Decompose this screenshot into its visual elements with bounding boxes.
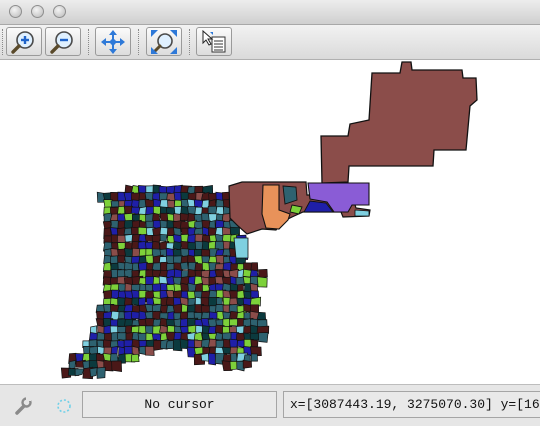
toolbar-separator xyxy=(88,29,89,55)
toolbar-separator xyxy=(2,29,3,55)
identify-button[interactable] xyxy=(196,27,232,56)
map-tract[interactable] xyxy=(144,346,155,356)
wrench-icon[interactable] xyxy=(12,395,34,417)
pointer-table-icon xyxy=(202,29,226,52)
map-tract[interactable] xyxy=(258,269,268,279)
city-districts-map[interactable] xyxy=(0,60,540,384)
map-tract[interactable] xyxy=(96,366,106,379)
zoom-in-button[interactable] xyxy=(6,27,42,56)
map-tract[interactable] xyxy=(208,352,217,366)
toolbar-separator xyxy=(189,29,190,55)
map-region-east-cyan[interactable] xyxy=(354,209,370,217)
toolbar-separator xyxy=(138,29,139,55)
map-region-east-cyan-2[interactable] xyxy=(233,237,249,259)
coordinates-text: x=[3087443.19, 3275070.30] y=[164 xyxy=(290,397,540,412)
minimize-window-button[interactable] xyxy=(31,5,44,18)
map-tract[interactable] xyxy=(229,282,239,292)
map-tract[interactable] xyxy=(242,359,252,369)
map-tract[interactable] xyxy=(88,332,99,341)
map-tract[interactable] xyxy=(214,269,224,278)
map-tract[interactable] xyxy=(179,261,189,270)
map-tract[interactable] xyxy=(221,346,232,355)
zoom-window-button[interactable] xyxy=(53,5,66,18)
map-tract[interactable] xyxy=(89,367,98,378)
map-tract[interactable] xyxy=(123,304,134,313)
map-tract[interactable] xyxy=(68,359,76,370)
pan-button[interactable] xyxy=(95,27,131,56)
map-tract[interactable] xyxy=(258,332,269,343)
magnifier-minus-icon xyxy=(50,30,73,54)
map-tract[interactable] xyxy=(172,241,182,251)
window-title-bar xyxy=(0,0,540,25)
map-tract[interactable] xyxy=(256,276,268,288)
zoom-out-button[interactable] xyxy=(45,27,81,56)
map-tract[interactable] xyxy=(250,353,258,362)
map-tract[interactable] xyxy=(111,360,122,373)
magnifier-plus-icon xyxy=(11,30,34,54)
magnifier-expand-icon xyxy=(151,29,177,54)
map-tract[interactable] xyxy=(173,191,182,201)
cursor-status-field: No cursor xyxy=(82,391,277,418)
status-bar: No cursor x=[3087443.19, 3275070.30] y=[… xyxy=(0,384,540,426)
map-tract[interactable] xyxy=(116,332,128,342)
map-tract[interactable] xyxy=(159,233,168,242)
map-canvas[interactable] xyxy=(0,60,540,384)
zoom-full-extent-button[interactable] xyxy=(146,27,182,56)
map-tract[interactable] xyxy=(109,353,119,362)
dotted-circle-icon xyxy=(53,395,75,417)
map-tract[interactable] xyxy=(229,318,239,327)
map-tract[interactable] xyxy=(131,353,140,363)
map-tract[interactable] xyxy=(181,303,188,314)
map-tract[interactable] xyxy=(214,331,223,341)
close-window-button[interactable] xyxy=(9,5,22,18)
map-tract[interactable] xyxy=(167,199,176,209)
cursor-status-text: No cursor xyxy=(144,397,215,412)
map-toolbar xyxy=(0,25,540,60)
coordinates-field: x=[3087443.19, 3275070.30] y=[164 xyxy=(283,391,540,418)
map-region-northeast[interactable] xyxy=(320,61,478,184)
map-tract[interactable] xyxy=(74,368,85,377)
four-arrows-move-icon xyxy=(101,29,125,54)
